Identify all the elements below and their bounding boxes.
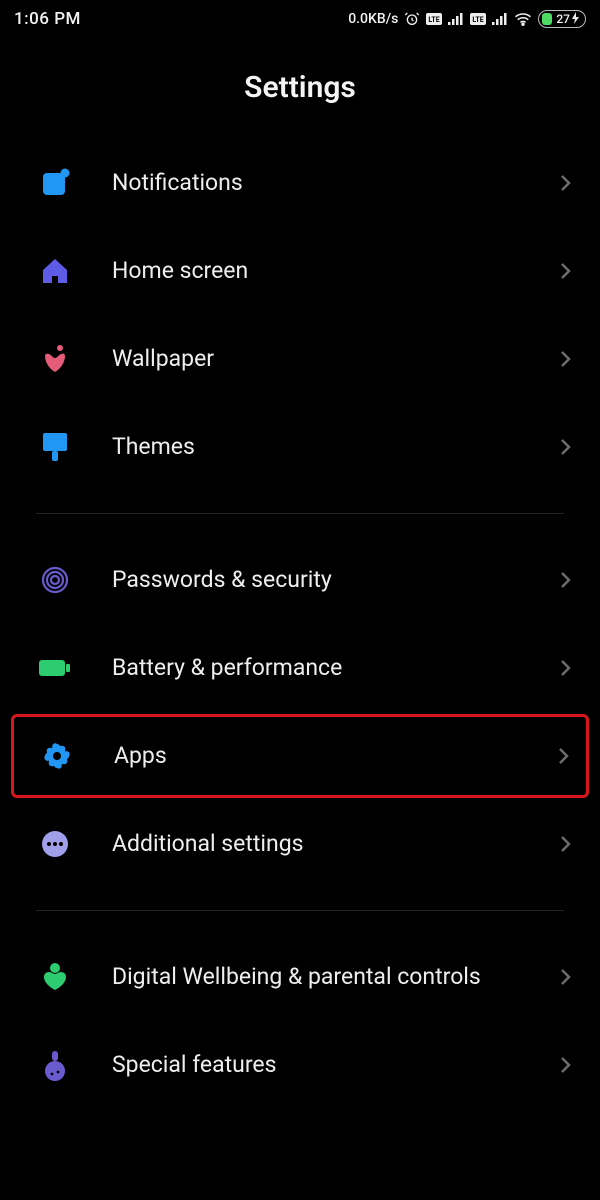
chevron-right-icon bbox=[554, 437, 576, 457]
battery-fill-icon bbox=[542, 13, 552, 25]
chevron-right-icon bbox=[552, 746, 574, 766]
fingerprint-icon bbox=[38, 563, 72, 597]
status-time: 1:06 PM bbox=[14, 9, 81, 29]
status-bar: 1:06 PM 0.0KB/s LTE LTE 27 bbox=[0, 0, 600, 36]
chevron-right-icon bbox=[554, 349, 576, 369]
volte-icon-1: LTE bbox=[426, 13, 442, 25]
apps-gear-icon bbox=[40, 739, 74, 773]
settings-item-special-features[interactable]: Special features bbox=[12, 1021, 588, 1109]
section-divider bbox=[36, 513, 564, 514]
chevron-right-icon bbox=[554, 1055, 576, 1075]
volte-icon-2: LTE bbox=[470, 13, 486, 25]
chevron-right-icon bbox=[554, 173, 576, 193]
settings-item-home-screen[interactable]: Home screen bbox=[12, 227, 588, 315]
battery-icon bbox=[38, 651, 72, 685]
settings-item-passwords-security[interactable]: Passwords & security bbox=[12, 536, 588, 624]
themes-icon bbox=[38, 430, 72, 464]
chevron-right-icon bbox=[554, 570, 576, 590]
chevron-right-icon bbox=[554, 261, 576, 281]
settings-item-label: Digital Wellbeing & parental controls bbox=[112, 963, 554, 992]
settings-item-label: Themes bbox=[112, 433, 554, 462]
battery-indicator: 27 bbox=[538, 10, 586, 28]
svg-text:LTE: LTE bbox=[429, 16, 440, 24]
wifi-icon bbox=[514, 12, 532, 26]
notifications-icon bbox=[38, 166, 72, 200]
section-divider bbox=[36, 910, 564, 911]
wallpaper-icon bbox=[38, 342, 72, 376]
settings-item-digital-wellbeing[interactable]: Digital Wellbeing & parental controls bbox=[12, 933, 588, 1021]
settings-item-label: Notifications bbox=[112, 169, 554, 198]
settings-item-label: Additional settings bbox=[112, 830, 554, 859]
settings-item-label: Special features bbox=[112, 1051, 554, 1080]
settings-item-label: Passwords & security bbox=[112, 566, 554, 595]
special-features-icon bbox=[38, 1048, 72, 1082]
settings-item-wallpaper[interactable]: Wallpaper bbox=[12, 315, 588, 403]
settings-item-label: Home screen bbox=[112, 257, 554, 286]
status-netspeed: 0.0KB/s bbox=[348, 11, 398, 27]
settings-item-additional-settings[interactable]: Additional settings bbox=[12, 800, 588, 888]
settings-item-label: Battery & performance bbox=[112, 654, 554, 683]
status-right: 0.0KB/s LTE LTE 27 bbox=[348, 10, 586, 28]
settings-item-label: Wallpaper bbox=[112, 345, 554, 374]
settings-item-battery-performance[interactable]: Battery & performance bbox=[12, 624, 588, 712]
more-icon bbox=[38, 827, 72, 861]
charging-icon bbox=[572, 12, 580, 24]
chevron-right-icon bbox=[554, 967, 576, 987]
settings-item-notifications[interactable]: Notifications bbox=[12, 139, 588, 227]
settings-item-themes[interactable]: Themes bbox=[12, 403, 588, 491]
chevron-right-icon bbox=[554, 658, 576, 678]
page-title: Settings bbox=[0, 70, 600, 105]
svg-text:LTE: LTE bbox=[473, 16, 484, 24]
chevron-right-icon bbox=[554, 834, 576, 854]
home-icon bbox=[38, 254, 72, 288]
battery-percent: 27 bbox=[556, 12, 570, 26]
alarm-icon bbox=[404, 11, 420, 27]
settings-list: Notifications Home screen Wallpaper bbox=[0, 139, 600, 1109]
wellbeing-icon bbox=[38, 960, 72, 994]
signal-icon-1 bbox=[448, 13, 464, 25]
settings-item-apps[interactable]: Apps bbox=[11, 714, 589, 798]
signal-icon-2 bbox=[492, 13, 508, 25]
settings-item-label: Apps bbox=[114, 742, 552, 771]
